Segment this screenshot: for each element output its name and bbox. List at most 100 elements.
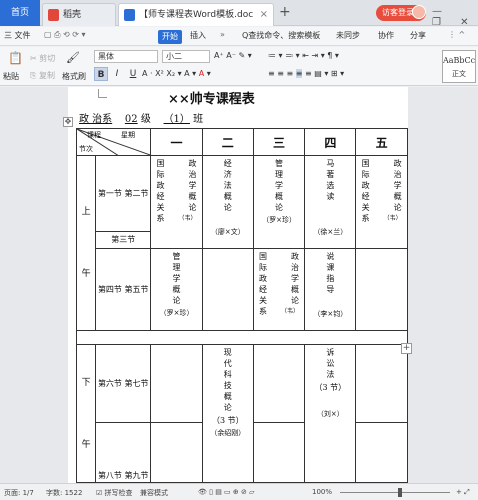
char: 论: [223, 403, 232, 412]
compat-mode: 兼容模式: [140, 489, 168, 497]
header-period-label: 节次: [79, 145, 93, 153]
bold-button[interactable]: B: [94, 67, 108, 81]
font-family-select[interactable]: 黑体: [94, 50, 158, 63]
teacher: （韦）: [383, 215, 402, 222]
char: 政: [291, 252, 300, 261]
day-header-mon[interactable]: 一: [150, 128, 203, 156]
avatar[interactable]: [412, 5, 426, 19]
course-intl-politics: 国政 际治 政学 经概 关论 系（韦）: [362, 158, 402, 224]
cell-mon-am2[interactable]: 管 理 学 概 论 （罗×珍）: [150, 248, 203, 331]
char: 概: [275, 192, 284, 201]
tab-daoke[interactable]: 稻壳: [42, 3, 116, 26]
text-format-icons[interactable]: A · X² X₂ ▾ A ▾ A ▾: [142, 69, 211, 78]
schedule-table[interactable]: 课程 星期 节次 一 二 三 四 五 上 午 第一节 第二节 国 政 际 治 政…: [75, 128, 408, 483]
command-search[interactable]: Q查找命令、搜索模板: [242, 30, 320, 41]
window-controls[interactable]: — ❐ ✕: [432, 6, 478, 28]
document-page[interactable]: ××帅专课程表 政 治系 02 级 （1） 班 课程 星期 节次 一 二 三 四…: [68, 87, 408, 483]
format-painter-icon[interactable]: 🖌: [66, 51, 80, 64]
cell-fri-am1[interactable]: 国政 际治 政学 经概 关论 系（韦）: [355, 155, 408, 249]
cell-tue-am2[interactable]: [201, 248, 254, 331]
diagonal-header-cell[interactable]: 课程 星期 节次: [75, 128, 153, 156]
char: 指: [326, 274, 335, 283]
page-indicator[interactable]: 页面: 1/7: [4, 488, 34, 498]
cell-thu-am2[interactable]: 说 课 指 导 （李×钧）: [304, 248, 357, 331]
zoom-level[interactable]: 100%: [312, 488, 332, 496]
afternoon-label[interactable]: 下 午: [75, 344, 97, 483]
paste-icon[interactable]: 📋: [8, 51, 23, 65]
cell-mon-am1[interactable]: 国政 际治 政学 经概 关论 系（韦）: [150, 155, 203, 249]
paste-button[interactable]: 粘贴: [3, 71, 19, 82]
copy-button[interactable]: ⎘ 复制: [30, 70, 55, 81]
cell-fri-pm[interactable]: [355, 344, 408, 423]
cell-fri-pm2[interactable]: [355, 422, 408, 483]
char: 论: [393, 203, 402, 212]
list-format-icons[interactable]: ≔ ▾ ≕ ▾ ⇤ ⇥ ▾ ¶ ▾: [268, 51, 339, 60]
cell-tue-am1[interactable]: 经 济 法 概 论 （廖×文）: [201, 155, 254, 249]
cell-wed-pm[interactable]: [252, 344, 306, 423]
spell-check-label: 拼写检查: [104, 489, 133, 497]
cell-wed-am1[interactable]: 管 理 学 概 论 （罗×珍）: [252, 155, 306, 249]
cell-mon-pm[interactable]: [150, 344, 203, 423]
teacher: （罗×珍）: [262, 216, 296, 224]
tab-start[interactable]: 开始: [158, 30, 182, 44]
cell-mon-pm2[interactable]: [150, 422, 203, 483]
format-painter-button[interactable]: 格式刷: [62, 71, 86, 82]
slot-1-2[interactable]: 第一节 第二节: [95, 155, 152, 232]
day-header-wed[interactable]: 三: [252, 128, 306, 156]
char: 学: [393, 181, 402, 190]
char: 治: [291, 263, 300, 272]
day-header-fri[interactable]: 五: [355, 128, 408, 156]
char: 技: [223, 381, 232, 390]
underline-button[interactable]: U: [126, 67, 140, 81]
day-header-tue[interactable]: 二: [201, 128, 254, 156]
tab-insert[interactable]: 插入: [190, 30, 206, 41]
slot-4-5[interactable]: 第四节 第五节: [95, 248, 152, 331]
table-move-handle[interactable]: ✥: [63, 117, 73, 127]
cut-label: 剪切: [39, 54, 56, 63]
char: 际: [259, 263, 268, 272]
slot-8-9[interactable]: 第八节 第九节: [95, 422, 152, 483]
zoom-in-icon[interactable]: + ⤢: [456, 488, 470, 497]
tab-document[interactable]: 【师专课程表Word模板.doc ×: [118, 3, 274, 26]
cell-thu-am1[interactable]: 马 著 选 读 （徐×兰）: [304, 155, 357, 249]
slot-6-7[interactable]: 第六节 第七节: [95, 344, 152, 423]
document-area[interactable]: ××帅专课程表 政 治系 02 级 （1） 班 课程 星期 节次 一 二 三 四…: [0, 87, 478, 483]
cell-wed-am2[interactable]: 国政 际治 政学 经概 关论 系（韦）: [252, 248, 306, 331]
quick-access-icons[interactable]: ▢ ⎙ ⟲ ⟳ ▾: [44, 30, 86, 40]
collab-button[interactable]: 协作: [378, 30, 394, 41]
course-management: 管 理 学 概 论: [274, 158, 284, 213]
menu-file[interactable]: 三 文件: [4, 30, 31, 41]
cell-thu-pm[interactable]: 诉 讼 法 （3 节） （刘×）: [304, 344, 357, 483]
zoom-slider[interactable]: [340, 492, 450, 493]
cell-wed-pm2[interactable]: [252, 422, 306, 483]
char: 代: [223, 359, 232, 368]
cell-tue-pm[interactable]: 现 代 科 技 概 论 （3 节） （余绍刚）: [201, 344, 254, 483]
day-header-thu[interactable]: 四: [304, 128, 357, 156]
char: 概: [223, 392, 232, 401]
font-size-adjust-icons[interactable]: A⁺ A⁻ ✎ ▾: [214, 51, 252, 60]
spell-check[interactable]: ☑ 拼写检查: [96, 488, 133, 498]
unsync-status[interactable]: 未同步: [336, 30, 360, 41]
font-size-select[interactable]: 小二: [162, 50, 210, 63]
char: 系: [259, 307, 268, 316]
cut-button[interactable]: ✂ 剪切: [30, 53, 55, 64]
italic-button[interactable]: I: [110, 67, 124, 81]
more-tabs-icon[interactable]: »: [220, 30, 225, 39]
align-icons[interactable]: ≡ ≡ ≡ ≡ ≡ ▤ ▾ ⊞ ▾: [268, 69, 344, 78]
slot-3[interactable]: 第三节: [95, 231, 152, 249]
char: 政: [259, 274, 268, 283]
cell-fri-am2[interactable]: [355, 248, 408, 331]
morning-label[interactable]: 上 午: [75, 155, 97, 331]
more-menu-icon[interactable]: ⋮ ^: [448, 30, 465, 39]
word-count[interactable]: 字数: 1522: [46, 488, 82, 498]
share-button[interactable]: 分享: [410, 30, 426, 41]
close-icon[interactable]: ×: [260, 4, 268, 26]
tab-home[interactable]: 首页: [0, 0, 40, 26]
daoke-icon: [48, 9, 59, 21]
add-row-icon[interactable]: +: [401, 343, 412, 354]
view-mode-icons[interactable]: 👁 ▯ ▤ ▭ ⊕ ⊘ ▱: [198, 488, 254, 496]
new-tab-icon[interactable]: +: [279, 4, 291, 20]
separator-cell[interactable]: [76, 330, 408, 345]
style-normal[interactable]: AaBbCc 正文: [442, 50, 476, 83]
zoom-slider-handle[interactable]: [398, 488, 402, 497]
